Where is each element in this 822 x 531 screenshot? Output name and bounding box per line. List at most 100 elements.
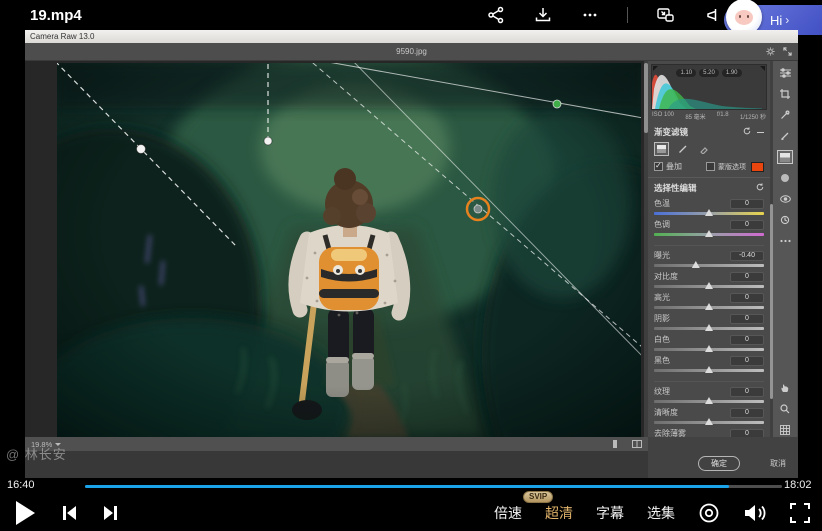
slider-track[interactable] bbox=[654, 400, 764, 403]
playback-speed-button[interactable]: 倍速 bbox=[494, 503, 522, 523]
snapshot-icon[interactable] bbox=[777, 213, 793, 227]
slider-label: 曝光 bbox=[654, 250, 670, 261]
total-time: 18:02 bbox=[784, 479, 812, 491]
cast-icon[interactable] bbox=[702, 5, 722, 25]
hand-tool-icon[interactable] bbox=[777, 381, 793, 395]
acr-title-bar: Camera Raw 13.0 bbox=[25, 30, 798, 43]
slider-thumb[interactable] bbox=[692, 261, 700, 268]
slider-track[interactable] bbox=[654, 348, 764, 351]
adjustment-brush-icon[interactable] bbox=[777, 129, 793, 143]
slider-row: 对比度0 bbox=[654, 271, 764, 288]
crop-tool-icon[interactable] bbox=[777, 87, 793, 101]
radial-filter-icon[interactable] bbox=[777, 171, 793, 185]
slider-value: 0 bbox=[730, 220, 764, 230]
histogram: 1.10 5.20 1.90 bbox=[651, 64, 767, 110]
slider-thumb[interactable] bbox=[705, 303, 713, 310]
progress-row: 16:40 18:02 bbox=[0, 478, 822, 494]
edit-sliders-icon[interactable] bbox=[777, 66, 793, 80]
slider-thumb[interactable] bbox=[705, 366, 713, 373]
acr-fullscreen-icon[interactable] bbox=[783, 47, 792, 56]
divider bbox=[627, 7, 628, 23]
video-title: 19.mp4 bbox=[30, 7, 82, 24]
settings-target-icon[interactable] bbox=[698, 502, 720, 524]
mask-options-checkbox[interactable] bbox=[706, 162, 715, 171]
grid-icon[interactable] bbox=[777, 423, 793, 437]
next-episode-icon[interactable] bbox=[103, 505, 118, 521]
acr-dialog-buttons: 确定 取消 bbox=[648, 437, 798, 478]
cancel-button[interactable]: 取消 bbox=[770, 458, 786, 469]
filmstrip-area bbox=[25, 451, 648, 478]
slider-label: 黑色 bbox=[654, 355, 670, 366]
previous-episode-icon[interactable] bbox=[62, 505, 77, 521]
slider-track[interactable] bbox=[654, 285, 764, 288]
slider-track[interactable] bbox=[654, 264, 764, 267]
histogram-readout: 1.90 bbox=[722, 69, 742, 77]
progress-bar[interactable] bbox=[85, 485, 782, 488]
mask-color-swatch[interactable] bbox=[751, 162, 764, 172]
play-button[interactable] bbox=[14, 500, 36, 526]
player-control-bar: 倍速 SVIP 超清 字幕 选集 bbox=[0, 494, 822, 531]
picture-in-picture-icon[interactable] bbox=[655, 5, 675, 25]
more-tools-icon[interactable] bbox=[777, 234, 793, 248]
slider-track[interactable] bbox=[654, 369, 764, 372]
acr-toolbar: 9590.jpg bbox=[25, 43, 798, 61]
before-after-icon[interactable] bbox=[613, 440, 622, 448]
graduated-filter-icon[interactable] bbox=[777, 150, 793, 164]
brush-tool-icon[interactable] bbox=[675, 142, 690, 156]
slider-value: 0 bbox=[730, 387, 764, 397]
more-icon[interactable] bbox=[580, 5, 600, 25]
slider-thumb[interactable] bbox=[705, 282, 713, 289]
collapse-icon[interactable] bbox=[757, 132, 764, 133]
split-view-icon[interactable] bbox=[632, 440, 642, 448]
histogram-readout: 5.20 bbox=[699, 69, 719, 77]
slider-track[interactable] bbox=[654, 306, 764, 309]
overlay-label: 叠加 bbox=[666, 161, 682, 172]
download-icon[interactable] bbox=[533, 5, 553, 25]
acr-adjustment-panel: 1.10 5.20 1.90 ISO 100 85 毫米 f/1.8 1/125… bbox=[648, 61, 770, 437]
overlay-checkbox[interactable] bbox=[654, 162, 663, 171]
current-time: 16:40 bbox=[7, 479, 35, 491]
progress-fill bbox=[85, 485, 729, 488]
ok-button[interactable]: 确定 bbox=[698, 456, 740, 471]
subtitle-button[interactable]: 字幕 bbox=[596, 503, 624, 523]
slider-thumb[interactable] bbox=[705, 397, 713, 404]
filter-pin-selected[interactable] bbox=[474, 205, 482, 213]
slider-thumb[interactable] bbox=[705, 345, 713, 352]
slider-label: 去除薄雾 bbox=[654, 428, 686, 437]
filter-pin[interactable] bbox=[137, 145, 146, 154]
slider-thumb[interactable] bbox=[705, 418, 713, 425]
red-eye-icon[interactable] bbox=[777, 192, 793, 206]
gradient-tool-icon[interactable] bbox=[654, 142, 669, 156]
slider-label: 纹理 bbox=[654, 386, 670, 397]
zoom-tool-icon[interactable] bbox=[777, 402, 793, 416]
episode-list-button[interactable]: 选集 bbox=[647, 503, 675, 523]
slider-track[interactable] bbox=[654, 212, 764, 215]
acr-settings-gear-icon[interactable] bbox=[766, 47, 775, 56]
panel-scrollbar[interactable] bbox=[770, 61, 773, 437]
filter-pin[interactable] bbox=[264, 137, 272, 145]
reset-icon[interactable] bbox=[756, 183, 764, 193]
slider-track[interactable] bbox=[654, 327, 764, 330]
slider-thumb[interactable] bbox=[705, 324, 713, 331]
volume-icon[interactable] bbox=[743, 503, 767, 523]
acr-image-canvas[interactable] bbox=[25, 61, 644, 437]
mask-options-label: 蒙版选项 bbox=[718, 162, 746, 172]
slider-thumb[interactable] bbox=[705, 209, 713, 216]
slider-label: 清晰度 bbox=[654, 407, 678, 418]
reset-icon[interactable] bbox=[743, 127, 751, 137]
photo-child-in-forest[interactable] bbox=[57, 63, 641, 437]
fullscreen-icon[interactable] bbox=[790, 503, 810, 523]
share-icon[interactable] bbox=[486, 5, 506, 25]
slider-thumb[interactable] bbox=[705, 230, 713, 237]
quality-button[interactable]: 超清 bbox=[545, 505, 573, 521]
slider-track[interactable] bbox=[654, 421, 764, 424]
filter-pin-green[interactable] bbox=[553, 100, 561, 108]
heal-brush-icon[interactable] bbox=[777, 108, 793, 122]
acr-tool-strip bbox=[773, 61, 797, 437]
slider-track[interactable] bbox=[654, 233, 764, 236]
slider-label: 阴影 bbox=[654, 313, 670, 324]
eraser-tool-icon[interactable] bbox=[696, 142, 711, 156]
slider-row: 色温0 bbox=[654, 198, 764, 215]
acr-window-title: Camera Raw 13.0 bbox=[30, 32, 94, 41]
histogram-readout: 1.10 bbox=[676, 69, 696, 77]
